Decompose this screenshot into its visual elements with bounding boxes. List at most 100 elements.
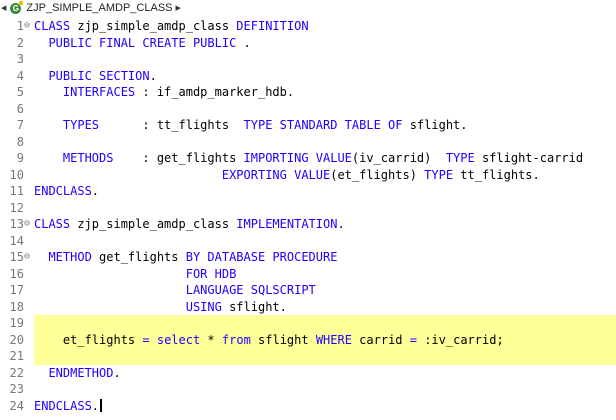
code-line[interactable]: 15 ⊖ METHOD get_flights BY DATABASE PROCE… — [0, 249, 616, 266]
code-line[interactable]: 12 — [0, 200, 616, 217]
code-text: FOR HDB — [34, 266, 237, 283]
line-number: 14 — [9, 233, 24, 248]
breadcrumb-left-arrow-icon[interactable]: ◀ — [1, 4, 6, 12]
code-line[interactable]: 1 ⊖ CLASS zjp_simple_amdp_class DEFINITION — [0, 18, 616, 35]
keyword-token: LANGUAGE SQLSCRIPT — [185, 283, 316, 297]
breadcrumb-expand-arrow-icon[interactable]: ▶ — [176, 4, 181, 12]
code-line[interactable]: 9 METHODS : get_flights IMPORTING VALUE(… — [0, 150, 616, 167]
keyword-token: CLASS — [34, 217, 71, 231]
keyword-token: PUBLIC SECTION — [48, 68, 150, 83]
code-token: . — [91, 398, 100, 413]
line-number: 16 — [9, 266, 24, 281]
code-token: (iv_carrid) — [351, 151, 446, 165]
code-token: . — [236, 35, 251, 50]
code-text: EXPORTING VALUE(et_flights) TYPE tt_flig… — [34, 167, 540, 184]
keyword-token: PUBLIC FINAL CREATE PUBLIC — [48, 35, 237, 50]
code-line[interactable]: 23 — [0, 381, 616, 398]
code-token: zjp_simple_amdp_class — [70, 19, 237, 33]
code-line[interactable]: 6 — [0, 101, 616, 118]
line-number: 10 — [9, 167, 24, 182]
line-number: 2 — [16, 35, 24, 50]
code-token: . — [337, 217, 345, 231]
code-token: . — [149, 68, 157, 83]
code-line[interactable]: 21 — [0, 348, 616, 365]
keyword-token: BY DATABASE PROCEDURE — [185, 250, 338, 264]
highlighted-line-background — [34, 315, 616, 332]
keyword-token: ENDCLASS — [34, 398, 92, 413]
keyword-token: TYPE — [424, 167, 454, 182]
code-text: ENDCLASS. — [34, 398, 102, 415]
code-line[interactable]: 5 INTERFACES : if_amdp_marker_hdb. — [0, 84, 616, 101]
line-number: 5 — [16, 85, 24, 99]
code-token: : get_flights — [113, 151, 244, 165]
keyword-token: = — [409, 332, 417, 347]
code-token: sflight-carrid — [474, 151, 584, 165]
code-line[interactable]: 4 PUBLIC SECTION. — [0, 68, 616, 85]
highlighted-line-background — [34, 348, 616, 365]
code-token: sflight — [250, 332, 316, 347]
code-line[interactable]: 22 ENDMETHOD. — [0, 365, 616, 382]
code-line[interactable]: 14 — [0, 233, 616, 250]
code-token: : if_amdp_marker_hdb. — [135, 85, 295, 99]
code-line[interactable]: 7 TYPES : tt_flights TYPE STANDARD TABLE… — [0, 117, 616, 134]
code-line[interactable]: 10 EXPORTING VALUE(et_flights) TYPE tt_f… — [0, 167, 616, 184]
line-number: 19 — [9, 316, 24, 330]
line-number: 13 — [9, 217, 24, 231]
line-number: 20 — [9, 332, 24, 347]
line-number: 12 — [9, 200, 24, 215]
code-text: et_flights = select * from sflight WHERE… — [34, 332, 504, 349]
code-token: et_flights — [34, 332, 143, 347]
code-editor[interactable]: 1 ⊖ CLASS zjp_simple_amdp_class DEFINITION… — [0, 16, 616, 420]
keyword-token: EXPORTING VALUE — [221, 167, 331, 182]
code-text: PUBLIC FINAL CREATE PUBLIC . — [34, 35, 251, 52]
keyword-token: IMPORTING VALUE — [243, 151, 352, 165]
code-line[interactable]: 3 — [0, 51, 616, 68]
fold-toggle-icon[interactable]: ⊖ — [24, 249, 32, 266]
line-number: 22 — [9, 365, 24, 380]
code-text: CLASS zjp_simple_amdp_class IMPLEMENTATI… — [34, 216, 345, 233]
keyword-token: select — [156, 332, 201, 347]
code-line[interactable]: 11 ENDCLASS. — [0, 183, 616, 200]
code-token: carrid — [351, 332, 410, 347]
code-token: get_flights — [91, 250, 186, 264]
fold-toggle-icon[interactable]: ⊖ — [24, 216, 32, 233]
keyword-token: TYPE — [445, 151, 475, 165]
code-line[interactable]: 16 FOR HDB — [0, 266, 616, 283]
code-line[interactable]: 13 ⊖ CLASS zjp_simple_amdp_class IMPLEMENT… — [0, 216, 616, 233]
line-number: 11 — [9, 184, 24, 198]
code-text: METHODS : get_flights IMPORTING VALUE(iv… — [34, 150, 583, 167]
keyword-token: from — [221, 332, 251, 347]
code-text: USING sflight. — [34, 299, 287, 316]
code-text: CLASS zjp_simple_amdp_class DEFINITION — [34, 18, 309, 35]
abap-class-icon: G — [10, 0, 24, 14]
code-token: * — [200, 332, 222, 347]
code-line[interactable]: 20 et_flights = select * from sflight WH… — [0, 331, 616, 349]
code-text: ENDMETHOD. — [34, 365, 120, 382]
code-line[interactable]: 17 LANGUAGE SQLSCRIPT — [0, 282, 616, 299]
code-line[interactable]: 24 ENDCLASS. — [0, 398, 616, 415]
keyword-token: USING — [185, 299, 222, 314]
fold-toggle-icon[interactable]: ⊖ — [24, 18, 32, 35]
line-number: 3 — [16, 52, 24, 66]
code-token: sflight. — [402, 118, 468, 132]
code-line[interactable]: 19 — [0, 315, 616, 332]
keyword-token: TYPE STANDARD TABLE OF — [243, 118, 403, 132]
code-text: TYPES : tt_flights TYPE STANDARD TABLE O… — [34, 117, 468, 134]
line-number: 24 — [9, 398, 24, 413]
code-token: sflight. — [221, 299, 287, 314]
keyword-token: ENDCLASS — [34, 184, 92, 198]
line-number: 7 — [16, 118, 24, 132]
code-line[interactable]: 2 PUBLIC FINAL CREATE PUBLIC . — [0, 35, 616, 52]
keyword-token: TYPES — [62, 118, 100, 132]
code-text: INTERFACES : if_amdp_marker_hdb. — [34, 84, 294, 101]
code-line[interactable]: 8 — [0, 134, 616, 151]
breadcrumb-class-label[interactable]: ZJP_SIMPLE_AMDP_CLASS — [26, 2, 172, 14]
keyword-token: INTERFACES — [62, 85, 136, 99]
code-line[interactable]: 18 USING sflight. — [0, 299, 616, 316]
